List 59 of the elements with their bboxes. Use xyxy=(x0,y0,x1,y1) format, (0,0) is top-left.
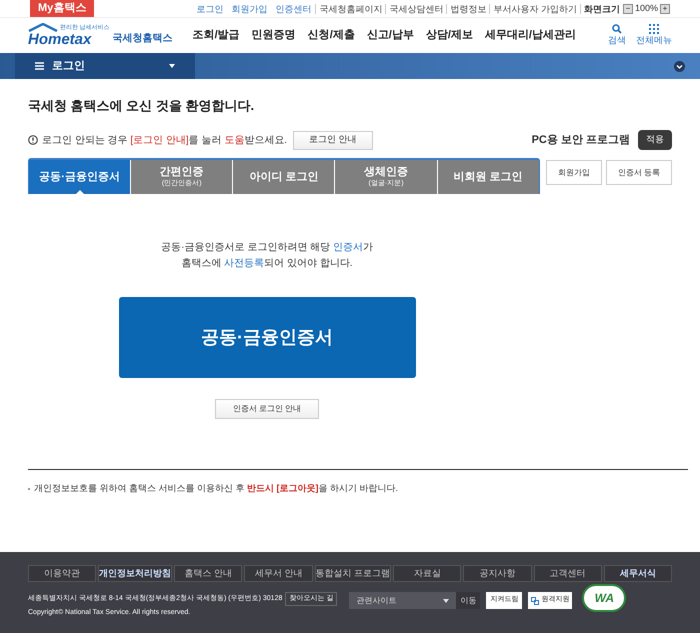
footer-link[interactable]: 고객센터 xyxy=(534,565,602,582)
main-menu-item[interactable]: 상담/제보 xyxy=(426,27,473,44)
certificate-guide-button[interactable]: 인증서 로그인 안내 xyxy=(214,399,320,419)
security-label: PC용 보안 프로그램 xyxy=(532,132,630,148)
zoom-value: 100% xyxy=(634,2,659,15)
chevron-down-icon xyxy=(674,60,685,72)
login-help-text: 로그인 안되는 경우 [로그인 안내]를 눌러 도움받으세요. xyxy=(42,134,288,148)
footer-link[interactable]: 자료실 xyxy=(393,565,462,582)
footer-link[interactable]: 홈택스 안내 xyxy=(174,565,242,582)
certificate-info-line: 공동·금융인증서로 로그인하려면 해당 인증서가 xyxy=(161,241,373,255)
footer-link[interactable]: 개인정보처리방침 xyxy=(98,565,172,582)
certificate-info-line: 홈택스에 사전등록되어 있어야 합니다. xyxy=(181,257,353,271)
logo-name: 국세청홈택스 xyxy=(112,32,173,46)
top-link[interactable]: 로그인 xyxy=(192,4,228,14)
grid-icon xyxy=(649,24,659,34)
apply-button[interactable]: 적용 xyxy=(638,130,672,150)
top-link[interactable]: 부서사용자 가입하기 xyxy=(489,4,580,14)
side-button[interactable]: 인증서 등록 xyxy=(606,160,672,185)
zoom-in-button[interactable]: + xyxy=(660,4,670,14)
go-button[interactable]: 이동 xyxy=(456,592,480,609)
top-link[interactable]: 법령정보 xyxy=(446,4,490,14)
footer-link[interactable]: 세무서식 xyxy=(604,565,672,582)
login-tab[interactable]: 아이디 로그인 xyxy=(232,160,334,194)
monitor-icon xyxy=(531,596,540,604)
main-menu-item[interactable]: 신고/납부 xyxy=(366,27,414,44)
info-icon xyxy=(28,135,38,145)
logo-wordmark: Hometax xyxy=(28,32,92,48)
footer-link[interactable]: 이용약관 xyxy=(28,565,96,582)
search-button[interactable]: 검색 xyxy=(608,24,626,48)
welcome-heading: 국세청 홈택스에 오신 것을 환영합니다. xyxy=(28,98,256,114)
web-accessibility-badge: WA xyxy=(582,584,626,612)
login-guide-button[interactable]: 로그인 안내 xyxy=(293,130,373,150)
zoom-out-button[interactable]: − xyxy=(622,4,633,14)
caret-icon xyxy=(443,598,450,602)
login-tab[interactable]: 공동·금융인증서 xyxy=(29,160,130,194)
login-tab[interactable]: 비회원 로그인 xyxy=(436,160,539,194)
location-dropdown[interactable]: 로그인 xyxy=(15,53,195,79)
main-menu-item[interactable]: 세무대리/납세관리 xyxy=(484,27,576,44)
main-menu-item[interactable]: 민원증명 xyxy=(252,27,296,44)
footer-link[interactable]: 공지사항 xyxy=(463,565,532,582)
related-sites-select[interactable]: 관련사이트 xyxy=(349,592,456,609)
menu-icon xyxy=(35,62,44,70)
main-menu-item[interactable]: 조회/발급 xyxy=(192,27,240,44)
my-hometax-link[interactable]: My홈택스 xyxy=(30,0,94,17)
house-roof-icon xyxy=(28,23,58,32)
top-link[interactable]: 국세상담센터 xyxy=(385,4,446,14)
caret-icon xyxy=(169,64,175,68)
top-link[interactable]: 회원가입 xyxy=(227,4,272,14)
certificate-login-button[interactable]: 공동·금융인증서 xyxy=(118,297,416,378)
top-link[interactable]: 인증센터 xyxy=(271,4,316,14)
side-button[interactable]: 회원가입 xyxy=(546,160,602,185)
privacy-note: 개인정보보호를 위하여 홈택스 서비스를 이용하신 후 반드시 [로그아웃]을 하시기 바랍니다. xyxy=(34,482,398,495)
tab-pointer-icon xyxy=(74,190,85,195)
footer-link[interactable]: 통합설치 프로그램 xyxy=(314,565,392,582)
main-menu-item[interactable]: 신청/제출 xyxy=(308,27,355,44)
all-menu-button[interactable]: 전체메뉴 xyxy=(636,24,672,48)
top-link[interactable]: 국세청홈페이지 xyxy=(315,4,386,14)
footer-link[interactable]: 세무서 안내 xyxy=(244,565,313,582)
search-icon xyxy=(612,24,622,34)
